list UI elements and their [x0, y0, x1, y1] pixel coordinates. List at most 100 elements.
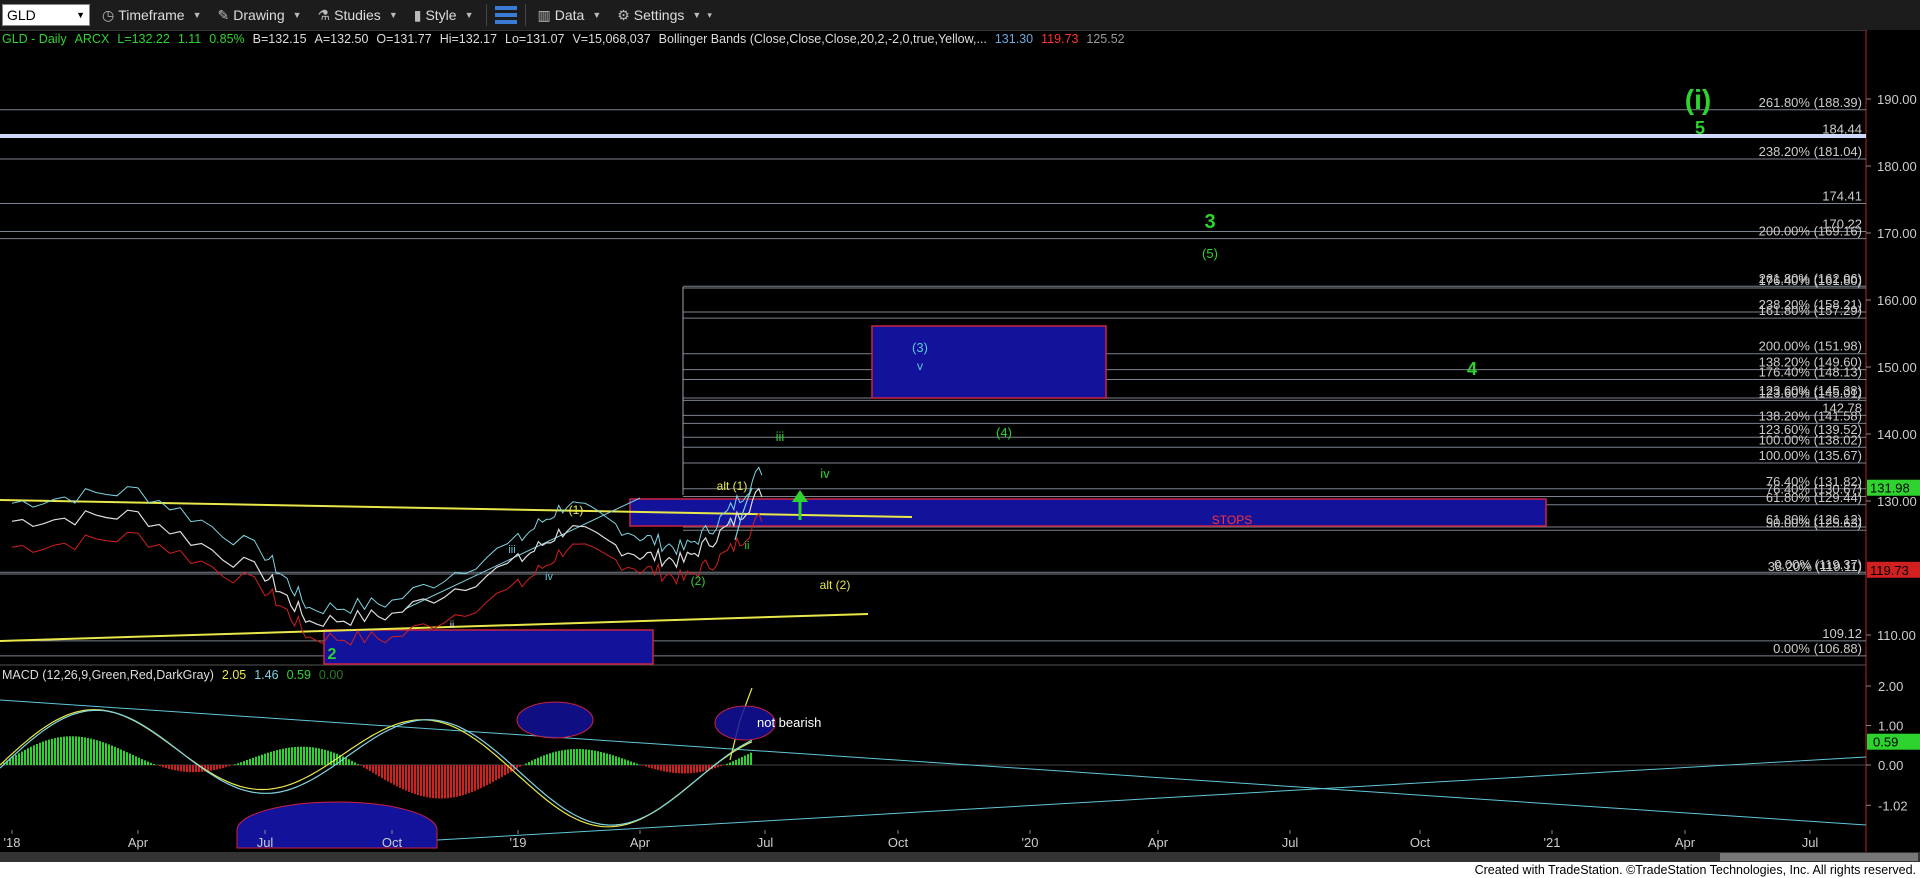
y-tick-label: 150.00 — [1877, 360, 1917, 375]
fib-level-label: 174.41 — [1822, 188, 1862, 203]
x-tick-label: '20 — [1022, 835, 1039, 850]
y-tick-label: 130.00 — [1877, 494, 1917, 509]
x-tick-label: Apr — [1675, 835, 1696, 850]
open-price: O=131.77 — [376, 32, 432, 46]
wave-label: 5 — [1695, 118, 1705, 138]
y-tick-label: 170.00 — [1877, 226, 1917, 241]
wave-label: 3 — [1204, 211, 1215, 233]
fib-level-label: 123.60% (145.01) — [1759, 385, 1862, 400]
ask-price: A=132.50 — [314, 32, 369, 46]
y-tick-label: 190.00 — [1877, 92, 1917, 107]
fib-level-label: 161.80% (157.29) — [1759, 303, 1862, 318]
macd-tick-label: 2.00 — [1878, 679, 1903, 694]
low-price: Lo=131.07 — [505, 32, 565, 46]
chart-canvas[interactable]: 261.80% (188.39)184.44238.20% (181.04)17… — [0, 0, 1920, 878]
fib-level-label: 100.00% (135.67) — [1759, 448, 1862, 463]
wave-label: STOPS — [1212, 513, 1252, 527]
volume: V=15,068,037 — [572, 32, 651, 46]
y-tick-label: 110.00 — [1877, 628, 1916, 643]
macd-value: 2.05 — [221, 668, 247, 682]
fib-level-label: 109.12 — [1822, 626, 1862, 641]
price-tag-label: 131.98 — [1870, 481, 1910, 496]
fib-level-label: 0.00% (106.88) — [1773, 641, 1862, 656]
macd-tag-label: 0.59 — [1873, 735, 1898, 750]
fib-level-label: 200.00% (169.16) — [1759, 224, 1862, 239]
exchange: ARCX — [74, 32, 110, 46]
wave-label: (2) — [691, 574, 706, 588]
wave-label: ii — [450, 620, 454, 631]
wave-label: (4) — [996, 425, 1012, 440]
wave-2-box — [323, 629, 654, 665]
net-change: 1.11 — [177, 32, 202, 46]
y-tick-label: 160.00 — [1877, 293, 1917, 308]
macd-tick-label: 0.00 — [1878, 758, 1903, 773]
x-tick-label: Jul — [257, 835, 274, 850]
bollinger-label: Bollinger Bands (Close,Close,Close,20,2,… — [658, 32, 987, 46]
x-tick-label: Apr — [1148, 835, 1169, 850]
wave-label: ii — [745, 540, 750, 552]
pct-change: 0.85% — [209, 32, 245, 46]
wave-label: v — [917, 359, 923, 373]
footer: Created with TradeStation. ©TradeStation… — [0, 862, 1920, 878]
macd-tick-label: 1.00 — [1878, 719, 1903, 734]
last-price: L=132.22 — [117, 32, 170, 46]
macd-histogram: 0.59 — [286, 668, 311, 682]
target-box-wave-3 — [871, 325, 1107, 399]
wave-label: 4 — [1467, 359, 1477, 379]
macd-signal: 1.46 — [254, 668, 279, 682]
scrollbar-thumb[interactable] — [1720, 853, 1918, 861]
macd-annotation: not bearish — [757, 715, 821, 730]
y-tick-label: 180.00 — [1877, 159, 1917, 174]
fib-level-label: 61.80% (129.44) — [1766, 490, 1862, 505]
bollinger-mid: 131.30 — [994, 32, 1034, 46]
wave-label: i — [729, 517, 731, 529]
fib-level-label: 176.40% (161.80) — [1759, 273, 1862, 288]
fib-level-label: 138.20% (141.58) — [1759, 408, 1862, 423]
wave-label: alt (2) — [820, 578, 851, 592]
fib-level-label: 176.40% (148.13) — [1759, 365, 1862, 380]
x-tick-label: Jul — [1802, 835, 1819, 850]
high-price: Hi=132.17 — [439, 32, 498, 46]
macd-zero: 0.00 — [318, 668, 344, 682]
fib-level-label: 50.00% (125.63) — [1766, 515, 1862, 530]
x-tick-label: Oct — [888, 835, 909, 850]
horizontal-scrollbar[interactable] — [0, 852, 1920, 862]
wave-label: (3) — [912, 340, 928, 355]
y-tick-label: 140.00 — [1877, 427, 1917, 442]
price-tag-label: 119.73 — [1870, 563, 1909, 578]
x-tick-label: Apr — [128, 835, 149, 850]
wave-label: iv — [820, 466, 830, 481]
price-axis: 190.00 180.00 170.00 160.00 150.00 140.00 130.… — [1866, 30, 1920, 852]
copyright-text: Created with TradeStation. ©TradeStation… — [1474, 863, 1916, 877]
symbol-info-bar: GLD - Daily ARCX L=132.22 1.11 0.85% B=1… — [0, 30, 1868, 48]
fib-level-label: 261.80% (188.39) — [1759, 95, 1862, 110]
macd-info-bar: MACD (12,26,9,Green,Red,DarkGray) 2.05 1… — [0, 668, 343, 682]
wave-label: 2 — [328, 646, 337, 663]
bollinger-extra: 125.52 — [1086, 32, 1125, 46]
x-tick-label: Oct — [1410, 835, 1431, 850]
wave-label: (i) — [1685, 84, 1711, 115]
wave-label: iv — [545, 571, 553, 583]
bid-price: B=132.15 — [252, 32, 307, 46]
x-tick-label: Oct — [382, 835, 403, 850]
x-tick-label: Apr — [630, 835, 651, 850]
fib-level-label: 38.20% (119.11) — [1768, 559, 1862, 574]
wave-label: (1) — [569, 503, 584, 517]
x-tick-label: '18 — [4, 835, 21, 850]
wave-label: (5) — [1202, 246, 1218, 261]
x-tick-label: '21 — [1544, 835, 1561, 850]
x-tick-label: Jul — [757, 835, 774, 850]
wave-label: iii — [776, 429, 785, 444]
fib-level-label: 200.00% (151.98) — [1759, 339, 1862, 354]
x-tick-label: '19 — [510, 835, 527, 850]
fib-level-label: 238.20% (181.04) — [1759, 144, 1862, 159]
macd-tick-label: -1.02 — [1878, 798, 1908, 813]
macd-ellipse-top — [516, 701, 594, 739]
fib-level-label: 100.00% (138.02) — [1759, 432, 1862, 447]
symbol-name: GLD - Daily — [2, 32, 67, 46]
wave-label: alt (1) — [717, 479, 748, 493]
macd-label: MACD (12,26,9,Green,Red,DarkGray) — [2, 668, 214, 682]
wave-label: iii — [508, 544, 515, 556]
stops-box — [629, 498, 1547, 527]
bollinger-low: 119.73 — [1041, 32, 1079, 46]
